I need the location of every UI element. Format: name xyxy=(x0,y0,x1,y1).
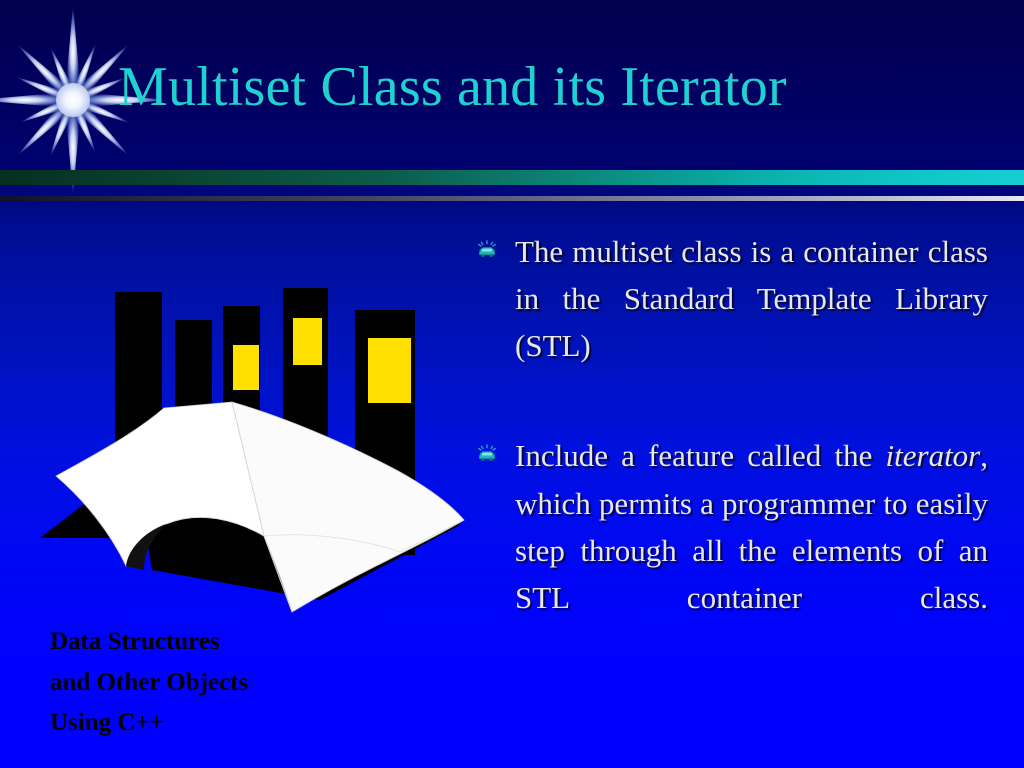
caption-line-1: Data Structures xyxy=(50,628,220,655)
divider-line xyxy=(0,196,1024,201)
list-item: The multiset class is a container class … xyxy=(470,228,988,416)
page-title: Multiset Class and its Iterator xyxy=(118,56,787,118)
list-item-text: Include a feature called the iterator, w… xyxy=(515,438,988,615)
book-and-city-illustration xyxy=(40,288,465,613)
car-bullet-icon xyxy=(478,444,496,462)
bullet-list: The multiset class is a container class … xyxy=(470,228,988,684)
list-item-text: The multiset class is a container class … xyxy=(515,234,988,364)
list-item: Include a feature called the iterator, w… xyxy=(470,432,988,668)
book-caption: Data Structures and Other Objects Using … xyxy=(50,622,450,744)
accent-band xyxy=(0,170,1024,185)
caption-line-2: and Other Objects xyxy=(50,668,249,696)
slide: Multiset Class and its Iterator Data Str… xyxy=(0,0,1024,768)
caption-line-3: Using C++ xyxy=(50,709,164,736)
car-bullet-icon xyxy=(478,240,496,258)
